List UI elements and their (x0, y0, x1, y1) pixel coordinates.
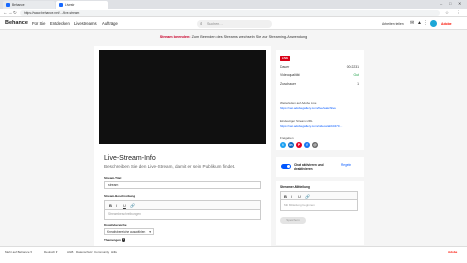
message-label: Streamer-Mitteilung (280, 185, 310, 189)
message-toolbar: B I U 🔗 (280, 191, 358, 199)
search-input[interactable]: ⌕ Suchen… (197, 19, 272, 28)
avatar[interactable] (430, 20, 437, 27)
nav-jobs[interactable]: Aufträge (102, 21, 118, 27)
banner-text: Zum Beenden des Streams wechseln Sie zur… (190, 35, 308, 39)
tab-label: Behance (12, 3, 25, 7)
title-field[interactable]: stream (104, 181, 261, 189)
category-value: Kreativbereiche auswählen (107, 230, 146, 234)
tags-label-text: Themengen (104, 238, 121, 242)
browser-tab[interactable]: Behance (3, 1, 55, 9)
back-icon[interactable]: ← (3, 10, 8, 16)
nav-discover[interactable]: Entdecken (50, 21, 70, 27)
stat-value: 1 (357, 82, 359, 86)
browser-tab-active[interactable]: Livestr (56, 1, 108, 9)
site-header: Behance Für Sie Entdecken Livestreams Au… (0, 17, 467, 30)
notification-icon[interactable]: ▲ (417, 20, 422, 27)
forward-icon[interactable]: → (8, 10, 13, 16)
close-icon[interactable]: ✕ (458, 1, 461, 6)
minimize-icon[interactable]: – (440, 1, 442, 6)
bottom-strip (0, 256, 467, 263)
footer-adobe-logo[interactable]: Adobe (448, 249, 457, 255)
info-icon[interactable]: i (121, 238, 126, 242)
stat-key: Zuschauer (280, 82, 297, 86)
chat-toggle[interactable] (281, 164, 291, 169)
permalink-label: Weiterleiten auf Adobe Live (280, 101, 317, 105)
video-player[interactable] (99, 50, 266, 144)
pinterest-icon[interactable]: P (296, 142, 302, 148)
nav-for-you[interactable]: Für Sie (32, 21, 46, 27)
adobe-logo[interactable]: Adobe (441, 21, 452, 27)
tab-label: Livestr (65, 3, 75, 7)
nav-livestreams[interactable]: Livestreams (74, 21, 97, 27)
twitter-icon[interactable]: t (280, 142, 286, 148)
footer-community-link[interactable]: Community (94, 249, 109, 255)
footer-bar: Mehr auf Behance ▾ Deutsch ▾ AGB Datensc… (0, 246, 467, 256)
email-icon[interactable]: @ (312, 142, 318, 148)
footer-language-select[interactable]: Deutsch ▾ (44, 249, 57, 255)
behance-logo[interactable]: Behance (5, 20, 28, 27)
facebook-icon[interactable]: f (304, 142, 310, 148)
browser-tab-bar: Behance Livestr – □ ✕ (0, 0, 467, 9)
stat-value: Gut (353, 73, 359, 77)
stat-row-quality: Videoqualität Gut (280, 73, 359, 78)
embed-url[interactable]: https://net.adobegallery.com/videos/abb0… (280, 124, 360, 128)
page-subtitle: Beschreiben Sie den Live-Stream, damit e… (104, 164, 236, 169)
stat-row-duration: Dauer 00:2231 (280, 65, 359, 70)
bold-button[interactable]: B (109, 203, 112, 209)
favicon-icon (59, 3, 63, 8)
stream-end-banner: Stream beenden: Zum Beenden des Streams … (0, 30, 467, 44)
favicon-icon (6, 3, 10, 8)
footer-privacy-link[interactable]: Datenschutz (76, 249, 93, 255)
footer-terms-link[interactable]: AGB (67, 249, 73, 255)
live-badge: LIVE (280, 56, 290, 61)
menu-icon[interactable]: ⋮ (456, 10, 461, 16)
share-work-link[interactable]: Arbeiten teilen (382, 21, 404, 27)
stat-key: Dauer (280, 65, 290, 69)
category-label: Kreativbereiche (104, 223, 127, 227)
address-bar-row: ← → ↻ https://www.behance.net/…/live-str… (0, 9, 467, 17)
search-placeholder: Suchen… (207, 21, 223, 26)
permalink-url[interactable]: https://net.adobegallery.com/live/watchl… (280, 106, 360, 110)
stat-key: Videoqualität (280, 73, 300, 77)
underline-button[interactable]: U (123, 203, 126, 209)
linkedin-icon[interactable]: in (288, 142, 294, 148)
embed-label: Eindeutiger Stream-URL (280, 119, 313, 123)
stat-row-viewers: Zuschauer 1 (280, 82, 359, 87)
url-field[interactable]: https://www.behance.net/…/live-stream (20, 10, 440, 16)
mail-icon[interactable]: ✉ (410, 20, 414, 27)
stat-value: 00:2231 (346, 65, 359, 69)
star-icon[interactable]: ☆ (445, 10, 449, 16)
chat-toggle-label: Chat aktivieren und deaktivieren (294, 163, 324, 171)
banner-bold: Stream beenden: (159, 35, 191, 39)
search-icon: ⌕ (200, 20, 203, 26)
italic-button[interactable]: I (116, 203, 117, 209)
share-label: Freigeben (280, 136, 294, 140)
footer-help-link[interactable]: Hilfe (111, 249, 117, 255)
chevron-down-icon: ▾ (149, 230, 151, 234)
apps-icon[interactable]: ⋮ (423, 20, 428, 27)
maximize-icon[interactable]: □ (449, 1, 451, 6)
category-select[interactable]: Kreativbereiche auswählen ▾ (104, 228, 154, 235)
reload-icon[interactable]: ↻ (13, 10, 17, 16)
page-title: Live-Stream-Info (104, 155, 156, 162)
link-icon[interactable]: 🔗 (130, 203, 135, 209)
description-label: Stream-Beschreibung (104, 194, 136, 198)
title-label: Stream-Titel (104, 176, 122, 180)
description-editor[interactable]: Streambeschreibungen (104, 209, 261, 220)
description-toolbar: B I U 🔗 (104, 200, 261, 209)
save-button[interactable]: Speichern (280, 217, 306, 224)
message-editor[interactable]: Mit Mitteilung beginnen (280, 199, 358, 211)
footer-more-link[interactable]: Mehr auf Behance ▾ (5, 249, 32, 255)
tags-label: Themengen i (104, 238, 126, 242)
chat-rules-link[interactable]: Regeln (341, 163, 357, 167)
